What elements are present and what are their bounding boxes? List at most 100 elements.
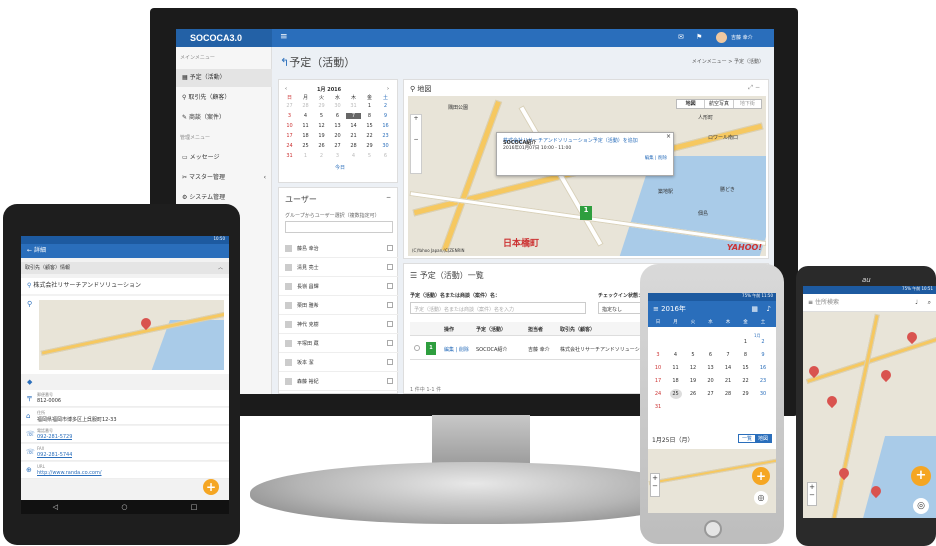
user-checkbox[interactable] (387, 378, 393, 384)
zoom-control[interactable]: + − (807, 482, 817, 506)
map-view[interactable]: + − 地図 航空写真 地下街 株式会社リサーチアンドソリューション予定（活動）を… (408, 96, 766, 256)
calendar-day[interactable]: 10 (282, 123, 297, 129)
calendar-day[interactable]: 31 (282, 153, 297, 159)
calendar-day[interactable]: 2 (314, 153, 329, 159)
calendar-day[interactable]: 15 (740, 363, 752, 373)
calendar-day[interactable]: 28 (722, 389, 734, 399)
calendar-day[interactable]: 30 (757, 389, 769, 399)
calendar-day[interactable]: 28 (298, 103, 313, 109)
user-name[interactable]: 吉藤 幸介 (731, 34, 753, 41)
user-row[interactable]: 森藤 裕紀 (279, 373, 399, 391)
col-owner[interactable]: 担当者 (528, 326, 543, 333)
col-actions[interactable]: 操作 (444, 326, 454, 333)
user-row[interactable]: 坂本 潔 (279, 354, 399, 372)
calendar-day[interactable]: 22 (740, 376, 752, 386)
calendar-day[interactable]: 19 (687, 376, 699, 386)
flag-icon[interactable]: ⚑ (696, 33, 702, 41)
avatar[interactable] (716, 32, 727, 43)
calendar-day[interactable]: 27 (282, 103, 297, 109)
calendar-day[interactable]: 4 (346, 153, 361, 159)
row-actions[interactable]: 編集 | 削除 (444, 346, 469, 353)
user-checkbox[interactable] (387, 359, 393, 365)
col-customer[interactable]: 取引先（顧客） (560, 326, 595, 333)
calendar-day[interactable]: 1 (740, 337, 752, 347)
toggle-list[interactable]: 一覧 (739, 435, 755, 442)
calendar-day[interactable]: 31 (346, 103, 361, 109)
calendar-day[interactable]: 20 (705, 376, 717, 386)
mic-icon[interactable]: ♩ (915, 294, 918, 312)
locate-icon[interactable]: ◎ (754, 491, 768, 505)
add-fab-button[interactable]: + (203, 479, 219, 495)
calendar-day[interactable]: 15 (362, 123, 377, 129)
calendar-day[interactable]: 24 (282, 143, 297, 149)
mail-icon[interactable]: ✉ (678, 33, 684, 41)
user-checkbox[interactable] (387, 264, 393, 270)
zoom-control[interactable]: + − (410, 114, 422, 174)
search-input[interactable]: 予定（活動）名または商談（案件）名を入力 (410, 302, 586, 314)
user-row[interactable]: 神代 克樹 (279, 316, 399, 334)
calendar-day[interactable]: 17 (652, 376, 664, 386)
calendar-day[interactable]: 21 (346, 133, 361, 139)
today-button[interactable]: 今日 (330, 164, 350, 171)
group-select[interactable] (285, 221, 393, 233)
user-checkbox[interactable] (387, 245, 393, 251)
calendar-day[interactable]: 18 (670, 376, 682, 386)
map-type-map[interactable]: 地図 (677, 100, 704, 108)
field-value[interactable]: 092-281-5744 (37, 452, 72, 458)
calendar-day[interactable]: 8 (362, 113, 377, 119)
calendar-day[interactable]: 5 (687, 350, 699, 360)
calendar-day[interactable]: 10 (652, 363, 664, 373)
calendar-day[interactable]: 17 (282, 133, 297, 139)
hamburger-icon[interactable]: ≡ (808, 299, 815, 306)
expand-icon[interactable]: ⤢ − (748, 84, 760, 92)
calendar-day[interactable]: 26 (687, 389, 699, 399)
calendar-day[interactable]: 11 (670, 363, 682, 373)
calendar-day[interactable]: 30 (378, 143, 393, 149)
calendar-day[interactable]: 8 (740, 350, 752, 360)
home-button[interactable] (704, 520, 722, 538)
calendar-day[interactable]: 21 (722, 376, 734, 386)
calendar-day[interactable]: 28 (346, 143, 361, 149)
calendar-day[interactable]: 14 (346, 123, 361, 129)
user-row[interactable]: 平塚田 蔵 (279, 335, 399, 353)
calendar-day[interactable]: 29 (362, 143, 377, 149)
calendar-day[interactable]: 2 (378, 103, 393, 109)
nav-home-icon[interactable]: ○ (121, 500, 127, 514)
calendar-day[interactable]: 20 (330, 133, 345, 139)
calendar-day[interactable]: 12 (314, 123, 329, 129)
calendar-day[interactable]: 29 (740, 389, 752, 399)
row-radio[interactable] (414, 345, 420, 351)
popup-actions[interactable]: 編集 | 削除 (645, 155, 667, 161)
zoom-control[interactable]: + − (650, 473, 660, 497)
calendar-day[interactable]: 26 (314, 143, 329, 149)
calendar-day[interactable]: 23 (378, 133, 393, 139)
calendar-day[interactable]: 27 (705, 389, 717, 399)
nav-recent-icon[interactable]: □ (191, 500, 198, 514)
tablet-section-header[interactable]: 取引先（顧客）情報 ︿ (21, 262, 229, 274)
calendar-icon[interactable]: ▦ (751, 301, 758, 317)
calendar-day[interactable]: 16 (757, 363, 769, 373)
calendar-day[interactable]: 1 (362, 103, 377, 109)
calendar-day[interactable]: 22 (362, 133, 377, 139)
map-pin-marker[interactable] (824, 393, 840, 409)
calendar-day[interactable]: 3 (282, 113, 297, 119)
calendar-day[interactable]: 2 (757, 337, 769, 347)
add-fab-button[interactable]: + (911, 466, 931, 486)
calendar-day[interactable]: 11 (298, 123, 313, 129)
calendar-day[interactable]: 5 (362, 153, 377, 159)
map-marker[interactable]: 1 (580, 206, 592, 220)
user-checkbox[interactable] (387, 321, 393, 327)
calendar-day[interactable]: 6 (378, 153, 393, 159)
calendar-day[interactable]: 5 (314, 113, 329, 119)
field-row[interactable]: ☏ FAX 092-281-5744 (21, 444, 229, 461)
calendar-day[interactable]: 25 (298, 143, 313, 149)
user-checkbox[interactable] (387, 283, 393, 289)
back-arrow-icon[interactable]: ↰ (280, 56, 289, 69)
calendar-day[interactable]: 19 (314, 133, 329, 139)
sidebar-item-messages[interactable]: ▭ メッセージ (176, 149, 272, 167)
calendar-day[interactable]: 13 (705, 363, 717, 373)
sidebar-item-customers[interactable]: ⚲ 取引先（顧客） (176, 89, 272, 107)
nav-back-icon[interactable]: ◁ (53, 500, 58, 514)
calendar-day[interactable]: 30 (330, 103, 345, 109)
calendar-day[interactable]: 31 (652, 402, 664, 412)
